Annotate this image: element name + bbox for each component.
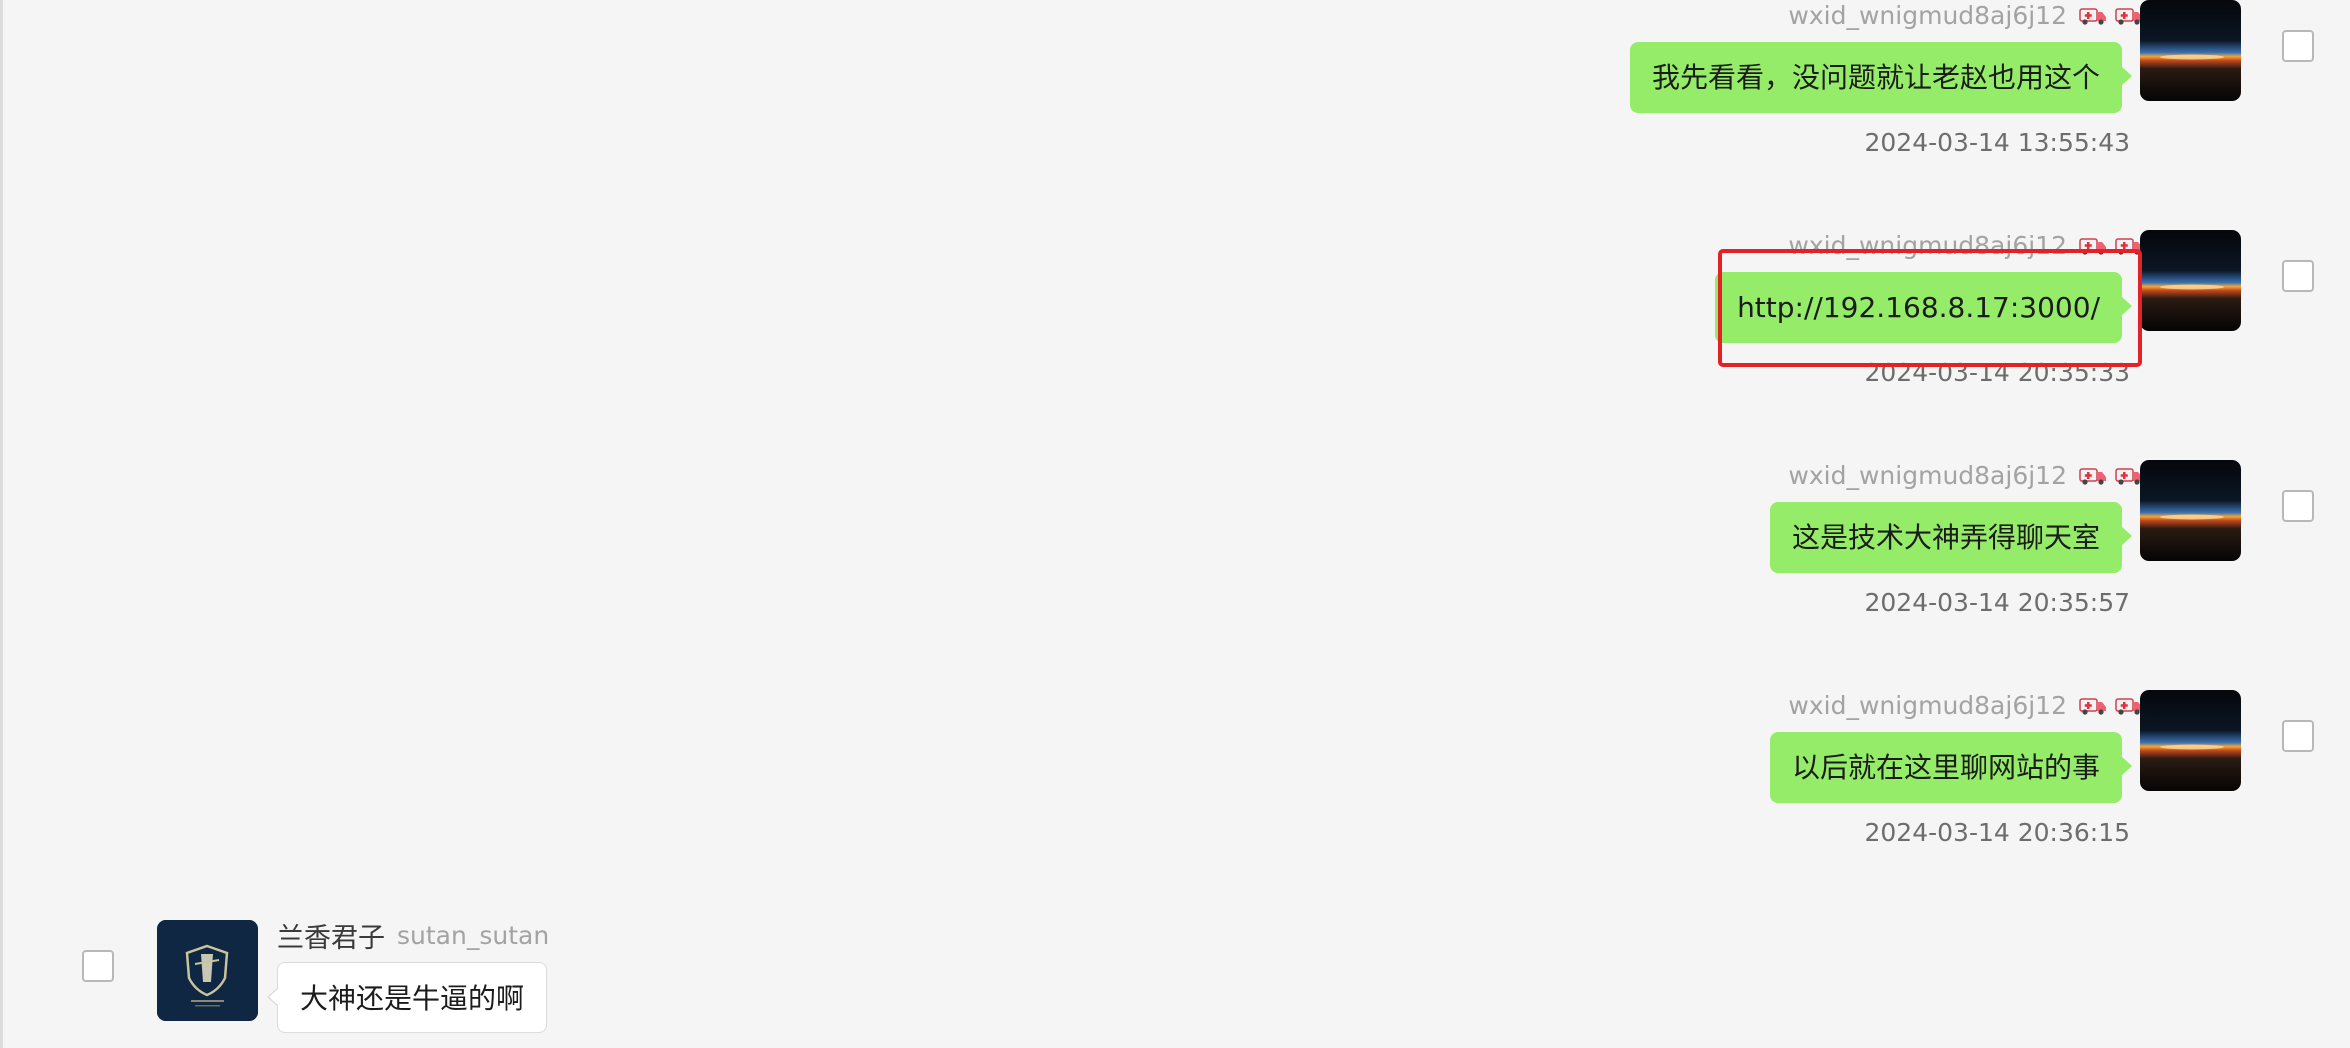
- sender-nickname: 兰香君子: [277, 922, 385, 954]
- sender-id: wxid_wnigmud8aj6j12: [1788, 460, 2067, 490]
- earth-horizon-avatar-image: [2140, 230, 2241, 331]
- message-bubble[interactable]: 以后就在这里聊网站的事: [1769, 732, 2133, 803]
- ambulance-icon: [2115, 468, 2142, 485]
- avatar[interactable]: [2140, 690, 2241, 791]
- message-bubble[interactable]: 这是技术大神弄得聊天室: [1769, 502, 2133, 573]
- select-checkbox[interactable]: [2282, 260, 2314, 292]
- sender-id: wxid_wnigmud8aj6j12: [1788, 690, 2067, 720]
- message-bubble-wrap: 以后就在这里聊网站的事: [1769, 732, 2133, 803]
- message-bubble[interactable]: 大神还是牛逼的啊: [266, 962, 548, 1033]
- avatar[interactable]: [157, 920, 258, 1021]
- message-sender-meta: wxid_wnigmud8aj6j12: [1788, 0, 2143, 30]
- message-bubble-wrap: 这是技术大神弄得聊天室: [1769, 502, 2133, 573]
- earth-horizon-avatar-image: [2140, 0, 2241, 101]
- ambulance-icon: [2079, 8, 2106, 25]
- message-timestamp: 2024-03-14 20:36:15: [1864, 818, 2130, 847]
- select-checkbox[interactable]: [2282, 490, 2314, 522]
- message-sender-meta: wxid_wnigmud8aj6j12: [1788, 460, 2143, 490]
- message-timestamp: 2024-03-14 20:35:57: [1864, 588, 2130, 617]
- select-checkbox[interactable]: [2282, 720, 2314, 752]
- earth-horizon-avatar-image: [2140, 460, 2241, 561]
- avatar[interactable]: [2140, 230, 2241, 331]
- message-bubble-wrap: 我先看看，没问题就让老赵也用这个: [1629, 42, 2133, 113]
- sender-id: wxid_wnigmud8aj6j12: [1788, 0, 2067, 30]
- avatar[interactable]: [2140, 0, 2241, 101]
- ambulance-icon: [2115, 698, 2142, 715]
- sender-id: sutan_sutan: [397, 920, 550, 950]
- select-checkbox[interactable]: [82, 950, 114, 982]
- message-sender-meta: wxid_wnigmud8aj6j12: [1788, 690, 2143, 720]
- ambulance-icon: [2115, 8, 2142, 25]
- message-item: wxid_wnigmud8aj6j12 以后就在这里聊网站的事 2024-03-…: [0, 690, 2350, 920]
- highlight-annotation-box: [1718, 249, 2142, 367]
- message-bubble[interactable]: 我先看看，没问题就让老赵也用这个: [1629, 42, 2133, 113]
- ambulance-icon: [2079, 698, 2106, 715]
- avatar[interactable]: [2140, 460, 2241, 561]
- message-item: 兰香君子 sutan_sutan 大神还是牛逼的啊: [0, 920, 2350, 1048]
- message-bubble-wrap: 大神还是牛逼的啊: [266, 962, 548, 1033]
- ambulance-icon: [2079, 468, 2106, 485]
- message-sender-meta: 兰香君子 sutan_sutan: [277, 920, 550, 954]
- message-item: wxid_wnigmud8aj6j12 我先看看，没问题就让老赵也用这个 202…: [0, 0, 2350, 230]
- message-item: wxid_wnigmud8aj6j12 这是技术大神弄得聊天室 2024-03-…: [0, 460, 2350, 690]
- shield-emblem-icon: [157, 920, 258, 1021]
- select-checkbox[interactable]: [2282, 30, 2314, 62]
- message-timestamp: 2024-03-14 13:55:43: [1864, 128, 2130, 157]
- earth-horizon-avatar-image: [2140, 690, 2241, 791]
